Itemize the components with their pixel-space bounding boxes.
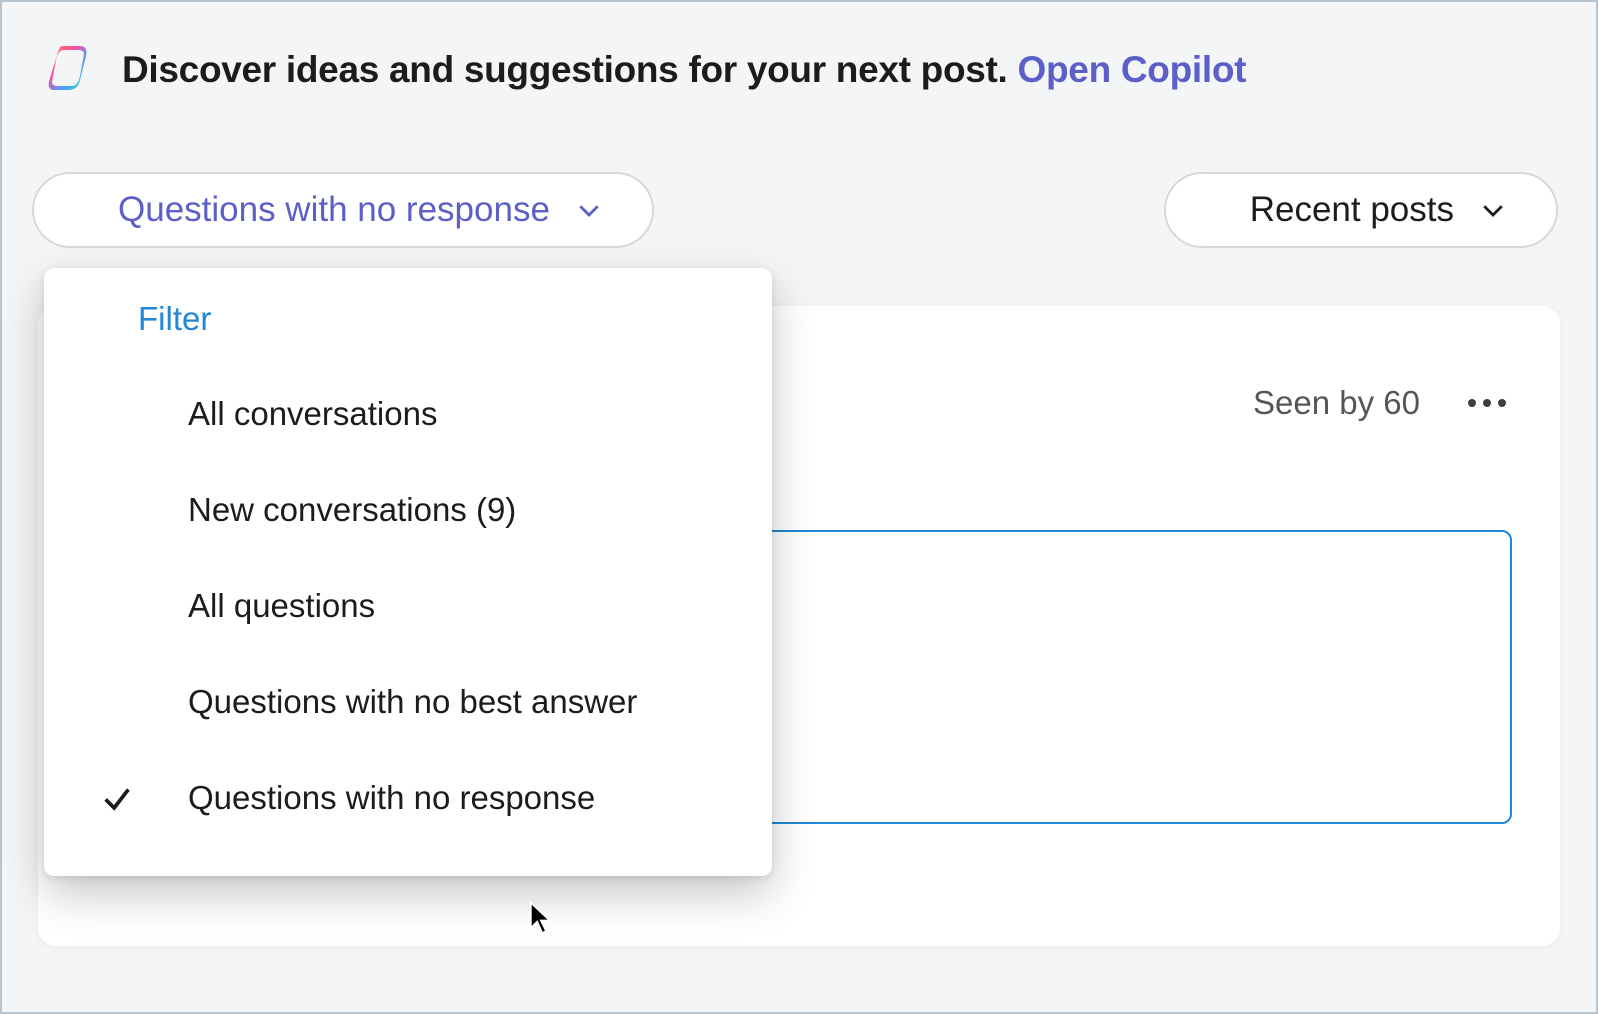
- filter-item-no-best-answer[interactable]: Questions with no best answer: [44, 654, 772, 750]
- sort-dropdown-button[interactable]: Recent posts: [1164, 172, 1558, 248]
- dropdown-header: Filter: [44, 294, 772, 366]
- seen-by-text: Seen by 60: [1253, 384, 1420, 422]
- filter-item-no-response[interactable]: Questions with no response: [44, 750, 772, 846]
- dropdown-item-label: All questions: [188, 587, 772, 625]
- check-icon: [100, 781, 134, 815]
- dropdown-item-label: Questions with no best answer: [188, 683, 772, 721]
- dropdown-item-label: Questions with no response: [188, 779, 772, 817]
- copilot-banner: Discover ideas and suggestions for your …: [2, 2, 1596, 118]
- controls-row: Questions with no response Recent posts: [2, 118, 1596, 248]
- dropdown-item-label: All conversations: [188, 395, 772, 433]
- chevron-down-icon: [1478, 195, 1508, 225]
- open-copilot-link[interactable]: Open Copilot: [1018, 49, 1247, 90]
- check-slot: [94, 781, 188, 815]
- filter-item-new-conversations[interactable]: New conversations (9): [44, 462, 772, 558]
- chevron-down-icon: [574, 195, 604, 225]
- filter-item-all-conversations[interactable]: All conversations: [44, 366, 772, 462]
- dropdown-item-label: New conversations (9): [188, 491, 772, 529]
- filter-item-all-questions[interactable]: All questions: [44, 558, 772, 654]
- sort-dropdown-label: Recent posts: [1250, 190, 1454, 230]
- more-options-button[interactable]: [1462, 393, 1512, 413]
- filter-dropdown-button[interactable]: Questions with no response: [32, 172, 654, 248]
- filter-dropdown-label: Questions with no response: [118, 190, 550, 230]
- banner-text: Discover ideas and suggestions for your …: [122, 49, 1246, 91]
- copilot-icon: [44, 42, 100, 98]
- filter-dropdown-menu: Filter All conversations New conversatio…: [44, 268, 772, 876]
- banner-message: Discover ideas and suggestions for your …: [122, 49, 1008, 90]
